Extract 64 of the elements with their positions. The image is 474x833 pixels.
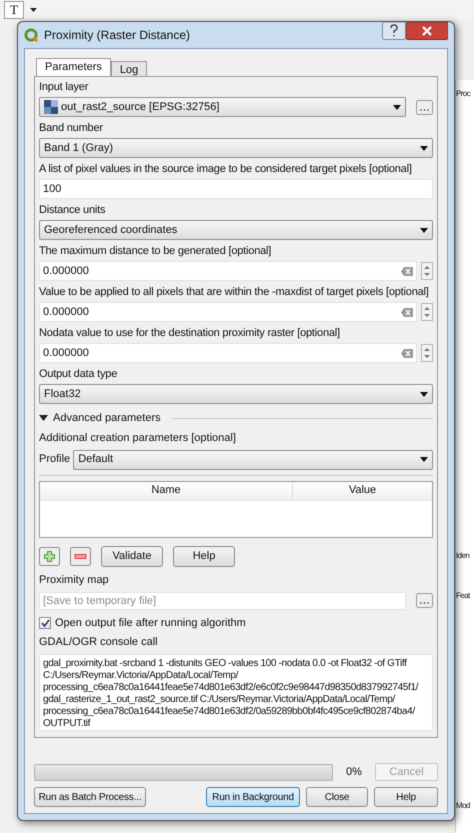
column-header[interactable]: Value <box>293 482 432 500</box>
field-label: GDAL/OGR console call <box>39 636 159 649</box>
dropdown-arrow-icon <box>420 146 428 150</box>
dialog-button[interactable]: Run in Background <box>206 787 300 807</box>
tab[interactable]: Parameters <box>36 58 111 76</box>
column-header[interactable]: Name <box>40 482 293 500</box>
browse-dots-icon[interactable] <box>416 100 433 114</box>
progress-reading: 0% <box>345 764 363 780</box>
spinner-icon[interactable] <box>421 262 433 280</box>
dropdown[interactable]: out_rast2_source [EPSG:32756] <box>39 97 406 117</box>
panel-title: Iden <box>456 550 470 562</box>
field-label: Band number <box>39 122 104 135</box>
field-label: Proximity map <box>39 574 110 586</box>
field-label: Distance units <box>39 204 106 217</box>
field-label: Output data type <box>39 368 118 381</box>
field-label: Additional creation parameters [optional] <box>39 432 237 444</box>
field-label: Profile <box>39 452 70 468</box>
panel-title: Mod <box>456 800 471 812</box>
dialog-button[interactable]: Help <box>374 787 438 807</box>
text-tool-button[interactable]: T <box>4 1 24 19</box>
checkbox-label: Open output file after running algorithm <box>55 616 246 630</box>
toolbar-button[interactable]: Help <box>173 546 235 566</box>
remove-icon[interactable] <box>70 546 91 566</box>
checkbox[interactable] <box>39 616 51 629</box>
text-field[interactable]: 100 <box>39 179 433 199</box>
field-label: Value to be applied to all pixels that are within the -maxdist of target pixels [optional] <box>39 286 430 299</box>
field-label: Nodata value to use for the destination proximity raster [optional] <box>39 327 341 340</box>
output-path-field[interactable]: [Save to temporary file] <box>39 592 406 610</box>
toolbar-button[interactable]: Validate <box>101 546 163 566</box>
section-title: Advanced parameters <box>53 411 161 426</box>
field-label: Input layer <box>39 81 90 94</box>
panel-title: Proc <box>456 88 472 100</box>
app-logo-icon <box>24 28 39 42</box>
clear-icon[interactable] <box>401 266 413 276</box>
dropdown-arrow-icon <box>420 392 428 396</box>
dropdown-arrow-icon <box>393 104 401 110</box>
dropdown-arrow-icon <box>420 457 428 462</box>
caret-icon[interactable] <box>30 8 37 12</box>
dropdown[interactable]: Band 1 (Gray) <box>39 138 433 158</box>
dialog-button[interactable]: Close <box>306 787 368 807</box>
dropdown[interactable]: Default <box>73 450 433 470</box>
number-field[interactable]: 0.000000 <box>39 302 417 322</box>
spinner-icon[interactable] <box>421 303 433 321</box>
console-command-text: gdal_proximity.bat -srcband 1 -distunits GEO -values 100 -nodata 0.0 -ot Float32 -of GTiff C:/Users/Reymar.Victoria/AppData/Local/Temp/ processing_c6ea78c0a16441feae5e74d801e63df2/e6c0f2c9e98447d98350d837992745f1/ gdal_rasterize_1_out_rast2_source.tif C:/Users/Reymar.Victoria/AppData/Local/Temp/ processing_c6ea78c0a16441feae5e74d801e63df2/0a59289bb0bf4fc495ce9cf802874ba4/ OUTPUT.tif <box>39 654 433 731</box>
dropdown[interactable]: Float32 <box>39 384 433 404</box>
expand-triangle-icon[interactable] <box>39 414 48 422</box>
dropdown-arrow-icon <box>420 228 428 232</box>
panel-title: Feat <box>456 590 472 602</box>
number-field[interactable]: 0.000000 <box>39 261 417 281</box>
close-icon[interactable] <box>406 22 448 40</box>
clear-icon[interactable] <box>401 308 413 316</box>
browse-dots-icon[interactable] <box>416 593 433 608</box>
field-label: The maximum distance to be generated [optional] <box>39 245 272 258</box>
spinner-icon[interactable] <box>421 344 433 362</box>
number-field[interactable]: 0.000000 <box>39 343 417 363</box>
add-icon[interactable] <box>39 546 60 566</box>
help-icon[interactable] <box>382 22 406 40</box>
raster-layer-icon <box>44 100 58 114</box>
tab[interactable]: Log <box>110 61 148 76</box>
dialog-button[interactable]: Run as Batch Process... <box>34 787 146 807</box>
field-label: A list of pixel values in the source image to be considered target pixels [optional] <box>39 163 413 176</box>
dropdown[interactable]: Georeferenced coordinates <box>39 220 433 240</box>
clear-icon[interactable] <box>401 348 413 358</box>
window-title: Proximity (Raster Distance) <box>44 27 192 44</box>
